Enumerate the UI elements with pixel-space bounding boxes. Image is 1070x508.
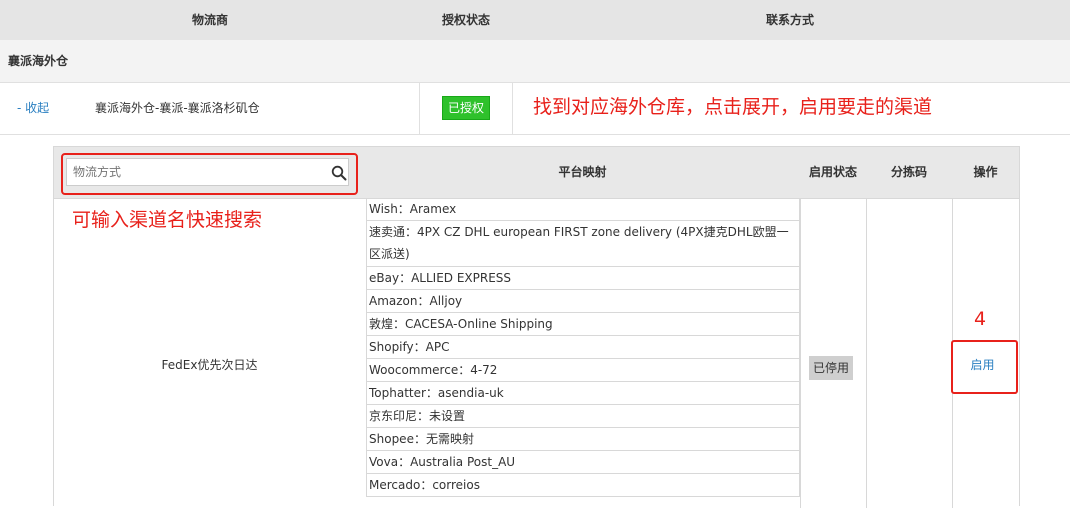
provider-row: - 收起 襄派海外仓-襄派-襄派洛杉矶仓 已授权 找到对应海外仓库，点击展开，启… [0,83,1070,135]
step-number-label: 4 [974,308,987,330]
warehouse-group-name: 襄派海外仓 [8,54,69,68]
enable-highlight-box: 启用 [951,340,1018,394]
cell-divider [512,83,513,135]
search-annotation: 可输入渠道名快速搜索 [72,209,263,231]
col-divider [866,198,867,508]
channel-search-input[interactable] [66,158,349,186]
col-action-header: 操作 [973,165,998,179]
expand-annotation: 找到对应海外仓库，点击展开，启用要走的渠道 [533,96,933,118]
col-sort-code-header: 分拣码 [890,165,927,179]
status-badge: 已停用 [809,356,854,380]
auth-status-badge: 已授权 [442,96,491,120]
channel-table: 平台映射 启用状态 分拣码 操作 可输入渠道名快速搜索 FedEx优先次日达 W… [53,146,1020,508]
mapping-item: 速卖通：4PX CZ DHL european FIRST zone deliv… [366,221,800,267]
mapping-item: 敦煌：CACESA-Online Shipping [366,313,800,336]
channel-table-header: 平台映射 启用状态 分拣码 操作 [54,146,1019,199]
mapping-item: 京东印尼：未设置 [366,405,800,428]
provider-name: 襄派海外仓-襄派-襄派洛杉矶仓 [95,101,260,115]
mapping-item: Amazon：Alljoy [366,290,800,313]
mapping-item: Wish：Aramex [366,198,800,221]
mapping-item: eBay：ALLIED EXPRESS [366,267,800,290]
search-icon[interactable] [331,165,347,181]
mapping-item: Woocommerce：4-72 [366,359,800,382]
col-divider [800,198,801,508]
channel-name: FedEx优先次日达 [161,358,258,372]
col-provider-header: 物流商 [191,13,228,27]
mapping-item: Shopify：APC [366,336,800,359]
warehouse-group-row: 襄派海外仓 [0,40,1070,83]
mapping-item: Vova：Australia Post_AU [366,451,800,474]
col-contact-header: 联系方式 [765,13,814,27]
search-highlight-box [61,153,358,195]
col-mapping-header: 平台映射 [558,165,607,179]
collapse-link[interactable]: - 收起 [17,83,49,133]
provider-table-header: 物流商 授权状态 联系方式 [0,0,1070,40]
mapping-item: Tophatter：asendia-uk [366,382,800,405]
platform-mapping-list: Wish：Aramex 速卖通：4PX CZ DHL european FIRS… [366,198,800,497]
cell-divider [419,83,420,135]
enable-button[interactable]: 启用 [953,342,1012,388]
col-auth-header: 授权状态 [441,13,490,27]
col-status-header: 启用状态 [808,165,857,179]
mapping-item: Shopee：无需映射 [366,428,800,451]
